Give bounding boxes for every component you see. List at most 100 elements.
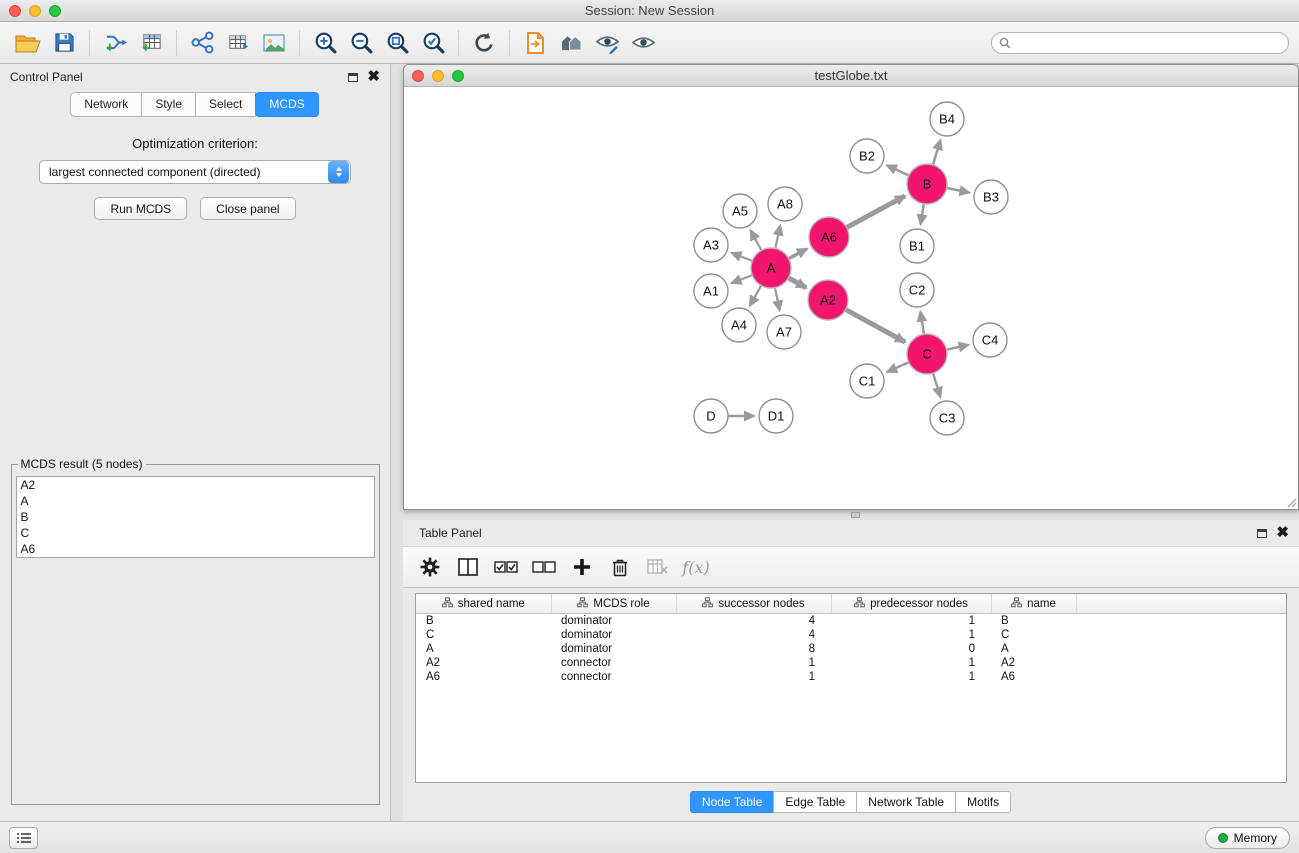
- column-header-MCDS-role[interactable]: MCDS role: [551, 594, 676, 614]
- tab-network-table[interactable]: Network Table: [856, 791, 956, 813]
- network-canvas[interactable]: B4B2BB3A5A8A6B1A3AC2A1A2A4A7C1CC4C3DD1: [404, 87, 1298, 509]
- export-image-button[interactable]: [256, 25, 292, 61]
- graph-node[interactable]: C3: [930, 401, 964, 435]
- add-column-button[interactable]: [565, 550, 599, 584]
- deselect-all-button[interactable]: [527, 550, 561, 584]
- mcds-result-item[interactable]: A2: [17, 477, 374, 493]
- table-row[interactable]: Adominator80A: [416, 642, 1286, 656]
- graph-edge[interactable]: [944, 345, 969, 351]
- task-history-button[interactable]: [9, 827, 38, 849]
- graph-edge[interactable]: [844, 196, 905, 229]
- column-header-name[interactable]: name: [991, 594, 1076, 614]
- memory-button[interactable]: Memory: [1205, 827, 1290, 849]
- graph-edge[interactable]: [732, 274, 756, 283]
- delete-table-button[interactable]: [641, 550, 675, 584]
- home-button[interactable]: [553, 25, 589, 61]
- mcds-result-item[interactable]: A6: [17, 541, 374, 557]
- delete-column-button[interactable]: [603, 550, 637, 584]
- tab-style[interactable]: Style: [141, 92, 196, 117]
- graph-node[interactable]: A6: [809, 217, 849, 257]
- graph-edge[interactable]: [920, 312, 924, 338]
- graph-node[interactable]: A1: [694, 274, 728, 308]
- tab-mcds[interactable]: MCDS: [255, 92, 318, 117]
- import-document-button[interactable]: [517, 25, 553, 61]
- edit-visibility-button[interactable]: [589, 25, 625, 61]
- table-row[interactable]: A6connector11A6: [416, 670, 1286, 684]
- graph-node[interactable]: B1: [900, 229, 934, 263]
- graph-node[interactable]: B4: [930, 102, 964, 136]
- graph-edge[interactable]: [887, 165, 912, 177]
- network-minimize-button[interactable]: [432, 70, 444, 82]
- open-session-button[interactable]: [10, 25, 46, 61]
- import-network-button[interactable]: [97, 25, 133, 61]
- close-window-button[interactable]: [9, 5, 21, 17]
- column-header-successor-nodes[interactable]: successor nodes: [676, 594, 831, 614]
- close-panel-button[interactable]: Close panel: [200, 197, 295, 220]
- search-input[interactable]: [991, 32, 1289, 54]
- table-row[interactable]: Bdominator41B: [416, 614, 1286, 629]
- graph-edge[interactable]: [944, 187, 970, 192]
- table-row[interactable]: A2connector11A2: [416, 656, 1286, 670]
- graph-edge[interactable]: [932, 140, 941, 168]
- zoom-in-button[interactable]: [307, 25, 343, 61]
- graph-edge[interactable]: [887, 361, 911, 372]
- tab-edge-table[interactable]: Edge Table: [773, 791, 857, 813]
- column-header-predecessor-nodes[interactable]: predecessor nodes: [831, 594, 991, 614]
- resize-grip-icon[interactable]: [1285, 496, 1297, 508]
- column-header-shared-name[interactable]: shared name: [416, 594, 551, 614]
- graph-node[interactable]: A8: [768, 187, 802, 221]
- mcds-result-item[interactable]: C: [17, 525, 374, 541]
- graph-edge[interactable]: [775, 226, 781, 252]
- graph-node[interactable]: D1: [759, 399, 793, 433]
- graph-edge[interactable]: [843, 308, 905, 342]
- tab-network[interactable]: Network: [70, 92, 142, 117]
- float-panel-icon[interactable]: [348, 73, 358, 82]
- run-mcds-button[interactable]: Run MCDS: [94, 197, 187, 220]
- graph-node[interactable]: A4: [722, 308, 756, 342]
- graph-node[interactable]: A2: [808, 280, 848, 320]
- zoom-window-button[interactable]: [49, 5, 61, 17]
- network-close-button[interactable]: [412, 70, 424, 82]
- apply-layout-button[interactable]: [466, 25, 502, 61]
- tab-select[interactable]: Select: [195, 92, 256, 117]
- show-hide-button[interactable]: [625, 25, 661, 61]
- float-table-panel-icon[interactable]: [1257, 529, 1267, 538]
- graph-node[interactable]: B: [907, 164, 947, 204]
- zoom-selected-button[interactable]: [415, 25, 451, 61]
- select-all-button[interactable]: [489, 550, 523, 584]
- save-session-button[interactable]: [46, 25, 82, 61]
- graph-edge[interactable]: [751, 230, 763, 253]
- close-table-panel-icon[interactable]: ✖: [1276, 528, 1289, 538]
- tab-motifs[interactable]: Motifs: [955, 791, 1011, 813]
- graph-node[interactable]: B2: [850, 139, 884, 173]
- show-columns-button[interactable]: [451, 550, 485, 584]
- minimize-window-button[interactable]: [29, 5, 41, 17]
- graph-edge[interactable]: [732, 253, 756, 262]
- graph-node[interactable]: A5: [723, 194, 757, 228]
- table-row[interactable]: Cdominator41C: [416, 628, 1286, 642]
- graph-edge[interactable]: [774, 285, 779, 311]
- mcds-result-item[interactable]: A: [17, 493, 374, 509]
- close-panel-icon[interactable]: ✖: [367, 72, 380, 82]
- graph-edge[interactable]: [932, 370, 940, 397]
- optimization-select[interactable]: largest connected component (directed): [39, 160, 351, 184]
- network-zoom-button[interactable]: [452, 70, 464, 82]
- divider-handle[interactable]: [851, 512, 860, 518]
- graph-node[interactable]: D: [694, 399, 728, 433]
- import-table-button[interactable]: [133, 25, 169, 61]
- graph-node[interactable]: A: [751, 248, 791, 288]
- zoom-out-button[interactable]: [343, 25, 379, 61]
- graph-node[interactable]: C4: [973, 323, 1007, 357]
- table-settings-button[interactable]: [413, 550, 447, 584]
- graph-node[interactable]: C2: [900, 273, 934, 307]
- graph-node[interactable]: C1: [850, 364, 884, 398]
- panel-divider[interactable]: [403, 510, 1299, 520]
- graph-node[interactable]: A7: [767, 315, 801, 349]
- graph-node[interactable]: A3: [694, 228, 728, 262]
- mcds-result-list[interactable]: A2ABCA6: [16, 476, 375, 558]
- graph-edge[interactable]: [750, 283, 763, 306]
- tab-node-table[interactable]: Node Table: [690, 791, 775, 813]
- new-table-button[interactable]: [220, 25, 256, 61]
- mcds-result-item[interactable]: B: [17, 509, 374, 525]
- function-builder-button[interactable]: f(x): [679, 550, 713, 584]
